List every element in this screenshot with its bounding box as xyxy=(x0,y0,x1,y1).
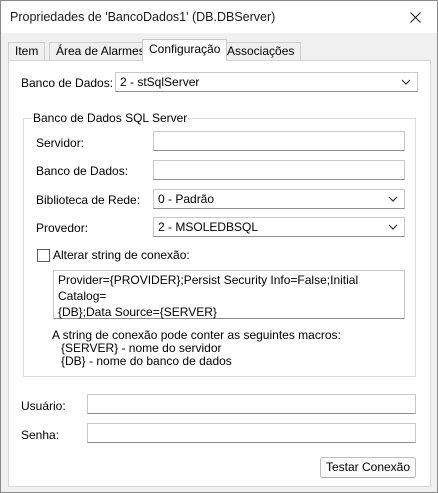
user-label: Usuário: xyxy=(21,399,66,413)
close-icon xyxy=(409,11,421,23)
provider-value: 2 - MSOLEDBSQL xyxy=(158,220,259,234)
title-bar: Propriedades de 'BancoDados1' (DB.DBServ… xyxy=(1,1,437,33)
configuration-panel: Banco de Dados: 2 - stSqlServer Banco de… xyxy=(8,60,431,487)
database-type-select[interactable]: 2 - stSqlServer xyxy=(115,72,418,92)
conn-string-textarea[interactable]: Provider={PROVIDER};Persist Security Inf… xyxy=(53,270,405,319)
conn-string-line: {DB};Data Source={SERVER} xyxy=(58,305,217,319)
db-name-input[interactable] xyxy=(153,160,405,180)
group-title: Banco de Dados SQL Server xyxy=(32,111,189,125)
close-button[interactable] xyxy=(393,1,437,33)
tab-alarm-area[interactable]: Área de Alarmes xyxy=(49,42,152,60)
password-input[interactable] xyxy=(87,423,416,443)
tab-configuration[interactable]: Configuração xyxy=(142,39,228,61)
server-input[interactable] xyxy=(153,131,405,151)
window-title: Propriedades de 'BancoDados1' (DB.DBServ… xyxy=(10,10,276,24)
network-lib-value: 0 - Padrão xyxy=(158,192,215,206)
database-type-label: Banco de Dados: xyxy=(21,76,114,90)
chevron-down-icon xyxy=(401,79,411,85)
provider-label: Provedor: xyxy=(36,221,89,235)
provider-select[interactable]: 2 - MSOLEDBSQL xyxy=(153,217,405,237)
network-lib-label: Biblioteca de Rede: xyxy=(36,193,141,207)
alter-conn-checkbox[interactable] xyxy=(37,249,50,262)
alter-conn-label[interactable]: Alterar string de conexão: xyxy=(53,248,190,262)
user-input[interactable] xyxy=(87,394,416,414)
network-lib-select[interactable]: 0 - Padrão xyxy=(153,189,405,209)
server-label: Servidor: xyxy=(36,136,85,150)
chevron-down-icon xyxy=(388,196,398,202)
macro-db-note: {DB} - nome do banco de dados xyxy=(61,354,232,368)
properties-dialog: Propriedades de 'BancoDados1' (DB.DBServ… xyxy=(0,0,438,493)
db-name-label: Banco de Dados: xyxy=(36,164,129,178)
conn-string-line: Provider={PROVIDER};Persist Security Inf… xyxy=(58,273,359,303)
test-connection-button[interactable]: Testar Conexão xyxy=(320,457,416,478)
tab-item[interactable]: Item xyxy=(8,42,46,60)
tab-associations[interactable]: Associações xyxy=(220,42,302,60)
database-type-value: 2 - stSqlServer xyxy=(120,75,200,89)
password-label: Senha: xyxy=(21,428,60,442)
sql-server-group: Banco de Dados SQL Server Servidor: Banc… xyxy=(23,111,416,377)
chevron-down-icon xyxy=(388,224,398,230)
